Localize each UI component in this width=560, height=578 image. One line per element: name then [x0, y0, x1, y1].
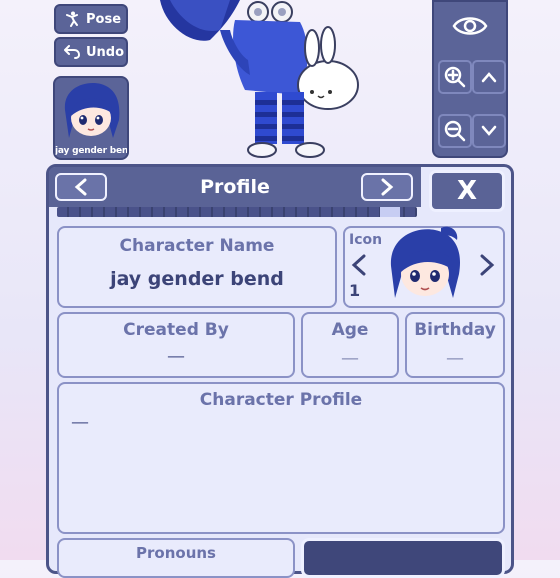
age-label: Age [331, 320, 369, 340]
icon-picker: Icon 1 [343, 226, 505, 308]
bottom-action-button[interactable] [301, 538, 505, 578]
profile-progress-bar[interactable] [57, 207, 417, 217]
created-by-field[interactable]: Created By — [57, 312, 295, 378]
icon-label: Icon [349, 232, 383, 248]
chevron-down-icon [481, 125, 497, 136]
chevron-right-icon [480, 254, 495, 276]
chevron-left-icon [351, 254, 366, 276]
camera-controls [432, 0, 508, 158]
eye-icon [452, 17, 488, 35]
zoom-in-icon [444, 66, 466, 88]
character-head-icon [64, 83, 120, 138]
icon-next-button[interactable] [479, 254, 495, 280]
close-icon: X [456, 176, 478, 206]
character-thumbnail-label: jay gender bend [55, 146, 129, 156]
birthday-label: Birthday [414, 320, 496, 340]
pose-button[interactable]: Pose [54, 4, 128, 34]
close-button[interactable]: X [429, 170, 505, 212]
camera-up-button[interactable] [472, 60, 506, 94]
undo-button[interactable]: Undo [54, 37, 128, 67]
character-name-value: jay gender bend [110, 268, 284, 290]
character-name-label: Character Name [119, 236, 275, 256]
view-toggle-button[interactable] [452, 14, 488, 42]
pose-icon [66, 11, 78, 27]
camera-down-button[interactable] [472, 114, 506, 148]
chevron-right-icon [381, 178, 394, 196]
chevron-left-icon [74, 178, 87, 196]
character-profile-value: — [71, 412, 89, 433]
character-thumbnail[interactable]: jay gender bend [53, 76, 129, 160]
character-icon-preview [390, 226, 460, 298]
created-by-value: — [167, 346, 185, 367]
pronouns-label: Pronouns [136, 544, 216, 562]
profile-header: Profile [49, 167, 421, 207]
icon-prev-button[interactable] [351, 254, 367, 280]
birthday-field[interactable]: Birthday — [405, 312, 505, 378]
character-profile-field[interactable]: Character Profile — [57, 382, 505, 534]
character-name-field[interactable]: Character Name jay gender bend [57, 226, 337, 308]
birthday-value: — [446, 348, 464, 369]
age-field[interactable]: Age — [301, 312, 399, 378]
created-by-label: Created By [123, 320, 229, 340]
progress-knob[interactable] [380, 207, 400, 217]
icon-number: 1 [349, 281, 361, 300]
zoom-out-button[interactable] [438, 114, 472, 148]
character-figure[interactable] [150, 0, 370, 160]
zoom-in-button[interactable] [438, 60, 472, 94]
chevron-up-icon [481, 72, 497, 83]
pose-label: Pose [86, 11, 122, 27]
undo-icon [64, 45, 80, 59]
age-value: — [341, 348, 359, 369]
character-profile-label: Character Profile [199, 390, 363, 410]
undo-label: Undo [86, 44, 125, 60]
profile-panel: Profile X Character Name jay gender bend… [46, 164, 514, 578]
pronouns-field[interactable]: Pronouns [57, 538, 295, 578]
next-button[interactable] [361, 173, 413, 201]
zoom-out-icon [444, 120, 466, 142]
previous-button[interactable] [55, 173, 107, 201]
